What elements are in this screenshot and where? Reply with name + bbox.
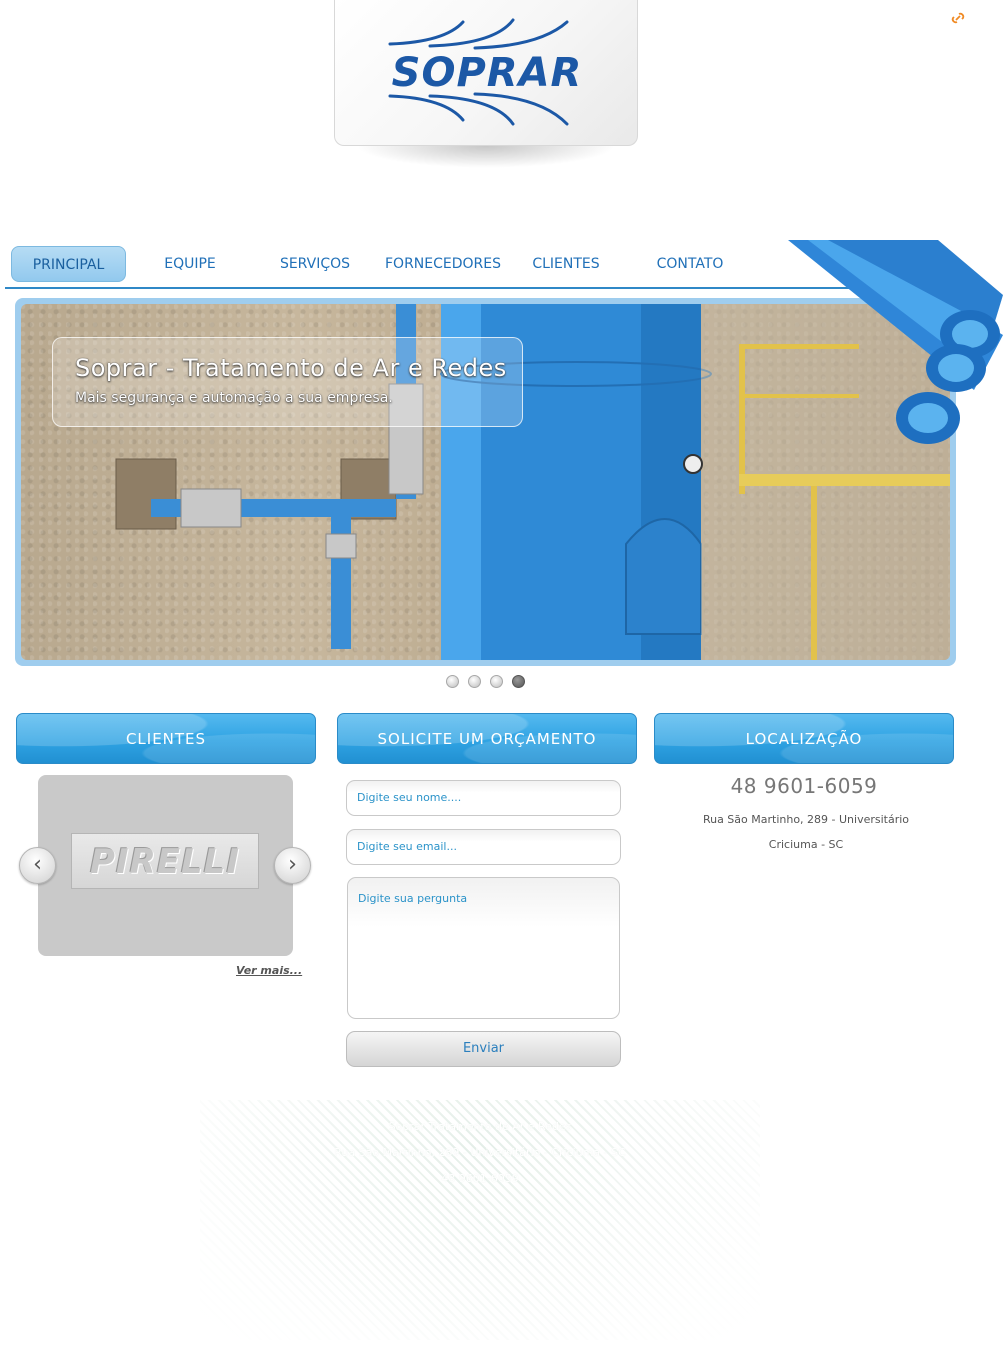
name-input[interactable]: Digite seu nome.... — [346, 780, 621, 816]
nav-item-clientes[interactable]: CLIENTES — [511, 246, 621, 282]
footer-line-1: Soprar Tratamento de Ar e Redes — [388, 1120, 572, 1133]
logo-wordmark: SOPRAR — [391, 50, 583, 96]
slider-dot-4[interactable] — [512, 675, 525, 688]
question-textarea[interactable]: Digite sua pergunta — [347, 877, 620, 1019]
nav-item-equipe[interactable]: EQUIPE — [135, 246, 245, 282]
slider-dot-2[interactable] — [468, 675, 481, 688]
quote-heading: SOLICITE UM ORÇAMENTO — [337, 713, 637, 764]
slider-subtitle: Mais segurança e automação a sua empresa… — [75, 390, 393, 406]
chevron-left-icon[interactable]: ‹ — [19, 847, 56, 884]
clients-carousel: PIRELLI — [38, 775, 293, 956]
slider-dot-3[interactable] — [490, 675, 503, 688]
location-heading: LOCALIZAÇÃO — [654, 713, 954, 764]
slider-title: Soprar - Tratamento de Ar e Redes — [75, 354, 507, 382]
address-line-1: Rua São Martinho, 289 - Universitário — [702, 813, 910, 826]
nav-item-contato[interactable]: CONTATO — [635, 246, 745, 282]
email-input[interactable]: Digite seu email... — [346, 829, 621, 865]
logo-card[interactable]: SOPRAR — [334, 0, 638, 146]
footer-line-2: Rua São Martinho, 289 - Universitário - … — [334, 1146, 626, 1159]
footer-pattern — [200, 1100, 760, 1340]
nav-item-servicos[interactable]: SERVIÇOS — [260, 246, 370, 282]
ver-mais-link[interactable]: Ver mais... — [236, 964, 302, 977]
slider-dot-1[interactable] — [446, 675, 459, 688]
chevron-right-icon[interactable]: › — [274, 847, 311, 884]
address-line-2: Criciuma - SC — [768, 838, 844, 851]
pipes-decoration — [788, 240, 1003, 444]
nav-item-fornecedores[interactable]: FORNECEDORES — [385, 246, 501, 282]
link-icon[interactable] — [950, 10, 966, 26]
footer-line-3: 48 9601-6059 — [441, 1172, 519, 1185]
nav-item-principal[interactable]: PRINCIPAL — [11, 246, 126, 282]
clients-heading: CLIENTES — [16, 713, 316, 764]
slider-pagination — [446, 675, 536, 689]
client-logo-pirelli[interactable]: PIRELLI — [71, 833, 259, 889]
submit-button[interactable]: Enviar — [346, 1031, 621, 1067]
slider-caption: Soprar - Tratamento de Ar e Redes Mais s… — [52, 337, 523, 427]
logo-shadow — [356, 146, 616, 168]
phone-number: 48 9601-6059 — [730, 774, 878, 798]
